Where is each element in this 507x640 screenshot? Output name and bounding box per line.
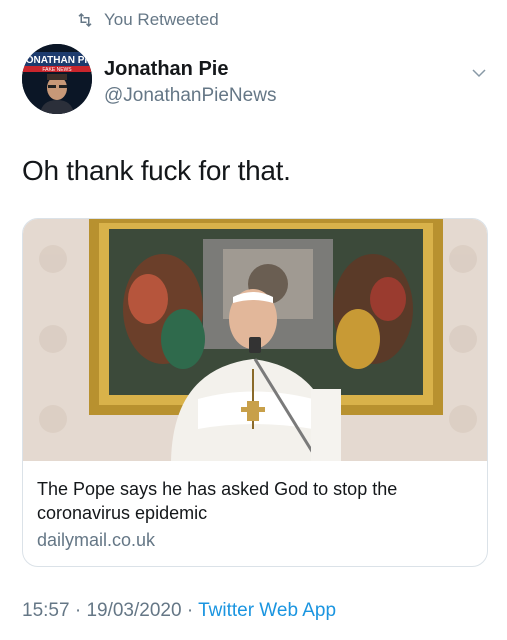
meta-separator: ·	[74, 600, 82, 621]
avatar-banner-subtext: FAKE NEWS	[42, 67, 72, 73]
author-name[interactable]: Jonathan Pie	[104, 58, 228, 81]
tweet-source-app[interactable]: Twitter Web App	[198, 600, 336, 621]
link-card[interactable]: The Pope says he has asked God to stop t…	[22, 218, 488, 567]
meta-separator: ·	[186, 600, 194, 621]
tweet-meta: 15:57 · 19/03/2020 · Twitter Web App	[22, 600, 336, 622]
tweet-time[interactable]: 15:57	[22, 600, 70, 621]
chevron-down-icon[interactable]	[470, 64, 488, 82]
retweet-icon	[78, 12, 92, 28]
author-handle[interactable]: @JonathanPieNews	[104, 85, 276, 107]
avatar-banner-text: JONATHAN PIE	[22, 55, 92, 66]
card-domain: dailymail.co.uk	[37, 530, 156, 550]
retweet-context: You Retweeted	[76, 10, 219, 30]
tweet-text: Oh thank fuck for that.	[22, 155, 291, 186]
retweet-label: You Retweeted	[104, 10, 219, 29]
avatar[interactable]: JONATHAN PIE FAKE NEWS	[22, 44, 92, 114]
tweet-date[interactable]: 19/03/2020	[86, 600, 181, 621]
card-title[interactable]: The Pope says he has asked God to stop t…	[37, 477, 473, 525]
card-image[interactable]	[23, 219, 487, 461]
